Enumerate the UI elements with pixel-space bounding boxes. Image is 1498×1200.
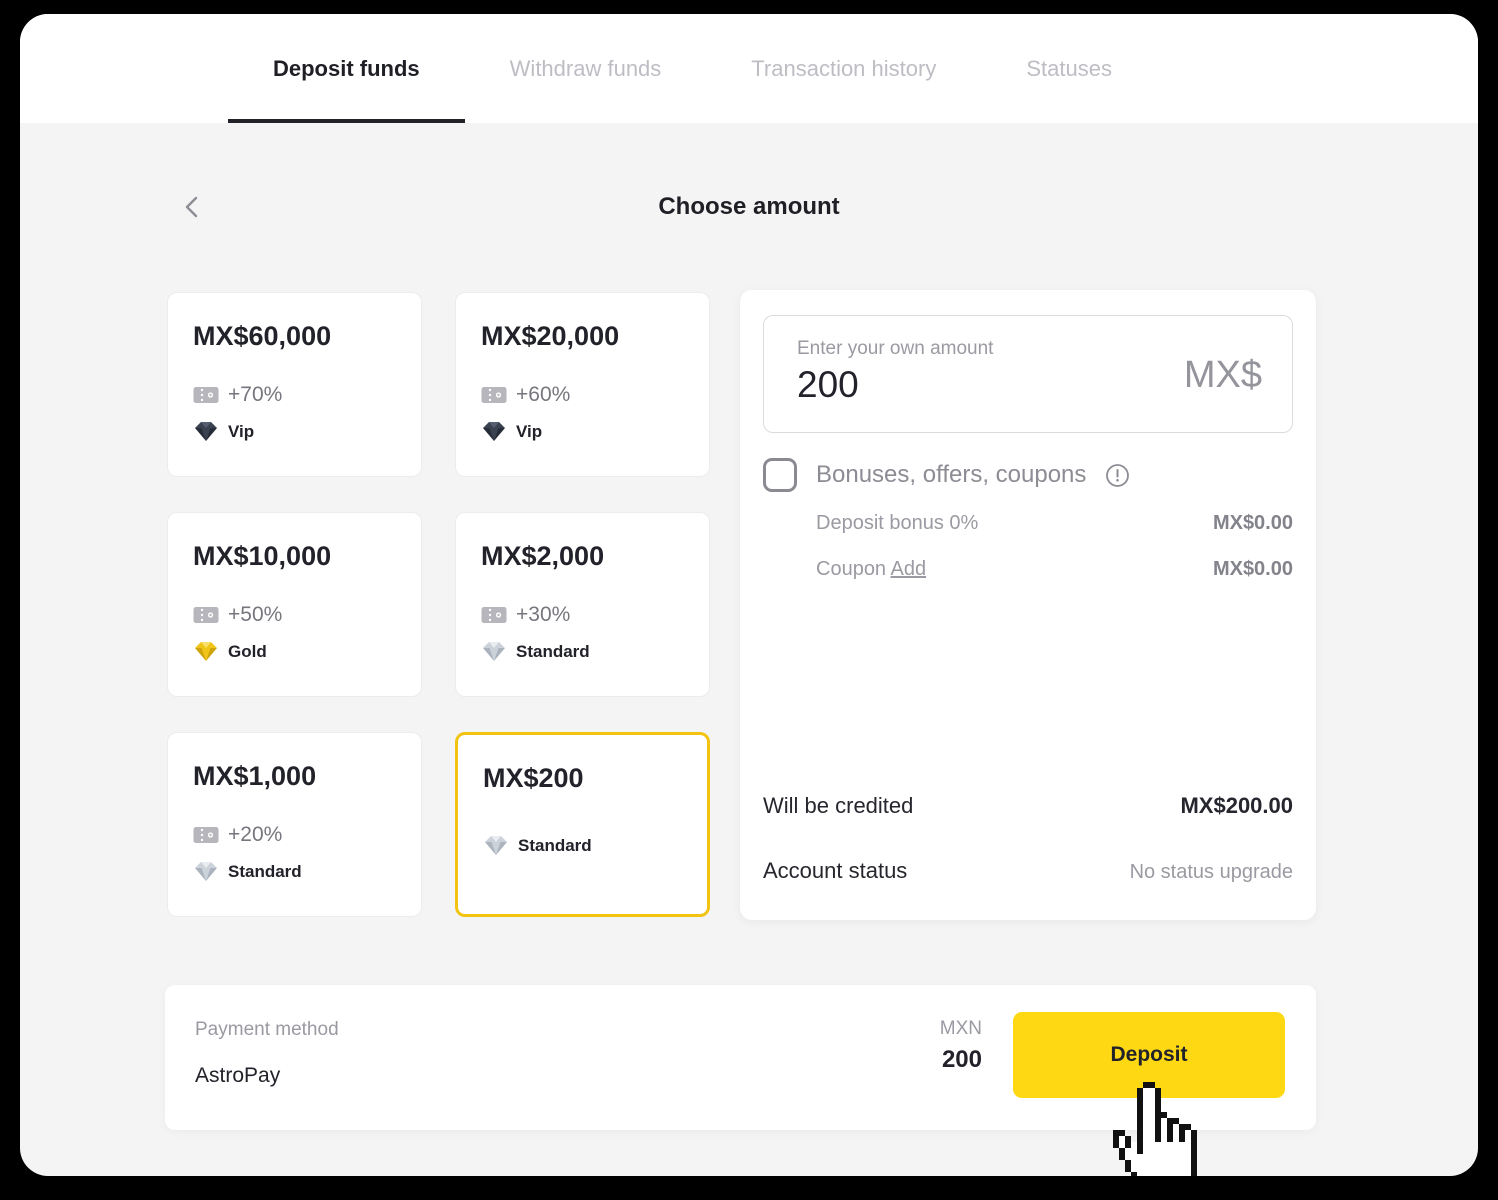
- bonus-ticket-icon: [481, 385, 507, 405]
- card-status-row: Vip: [193, 421, 254, 442]
- bonuses-checkbox[interactable]: [763, 458, 797, 492]
- amount-panel: Enter your own amount 200 MX$ Bonuses, o…: [740, 290, 1316, 920]
- card-amount: MX$200: [483, 763, 584, 794]
- account-status-line: Account status No status upgrade: [763, 858, 1293, 884]
- account-status-label: Account status: [763, 858, 907, 884]
- credited-label: Will be credited: [763, 793, 913, 819]
- card-status: Standard: [518, 836, 592, 856]
- currency-suffix: MX$: [1184, 354, 1262, 397]
- card-status: Vip: [228, 422, 254, 442]
- tab-bar: Deposit fundsWithdraw fundsTransaction h…: [20, 14, 1478, 123]
- card-status-row: Standard: [481, 641, 590, 662]
- coupon-label: Coupon Add: [816, 558, 926, 581]
- card-status-row: Vip: [481, 421, 542, 442]
- card-amount: MX$10,000: [193, 541, 331, 572]
- deposit-bonus-label: Deposit bonus 0%: [816, 512, 978, 535]
- custom-amount-value: 200: [797, 364, 859, 406]
- bonuses-label: Bonuses, offers, coupons: [816, 461, 1086, 489]
- tab-deposit-funds[interactable]: Deposit funds: [228, 14, 465, 123]
- card-amount: MX$1,000: [193, 761, 316, 792]
- credited-line: Will be credited MX$200.00: [763, 793, 1293, 819]
- gold-diamond-icon: [193, 641, 219, 662]
- standard-diamond-icon: [483, 835, 509, 856]
- card-bonus-row: +70%: [193, 383, 282, 407]
- card-status: Standard: [516, 642, 590, 662]
- standard-diamond-icon: [193, 861, 219, 882]
- payment-method-value[interactable]: AstroPay: [195, 1064, 280, 1088]
- amount-card-20000[interactable]: MX$20,000 +60% Vip: [455, 292, 710, 477]
- deposit-bonus-line: Deposit bonus 0% MX$0.00: [816, 512, 1293, 535]
- amount-summary: MXN 200: [765, 1018, 982, 1074]
- card-amount: MX$2,000: [481, 541, 604, 572]
- deposit-bonus-value: MX$0.00: [1213, 512, 1293, 535]
- card-status: Standard: [228, 862, 302, 882]
- card-bonus: +70%: [228, 383, 282, 407]
- card-status: Vip: [516, 422, 542, 442]
- account-status-value: No status upgrade: [1130, 861, 1293, 884]
- card-bonus: +60%: [516, 383, 570, 407]
- card-bonus-row: +50%: [193, 603, 282, 627]
- amount-card-1000[interactable]: MX$1,000 +20% Standard: [167, 732, 422, 917]
- card-status-row: Gold: [193, 641, 267, 662]
- coupon-add-link[interactable]: Add: [891, 558, 927, 580]
- bonus-ticket-icon: [193, 825, 219, 845]
- bonus-ticket-icon: [481, 605, 507, 625]
- bonus-ticket-icon: [193, 605, 219, 625]
- amount-card-2000[interactable]: MX$2,000 +30% Standard: [455, 512, 710, 697]
- bonus-ticket-icon: [193, 385, 219, 405]
- cashier-window: Deposit fundsWithdraw fundsTransaction h…: [20, 14, 1478, 1176]
- amount-number: 200: [765, 1046, 982, 1074]
- info-exclamation-icon[interactable]: [1105, 463, 1130, 488]
- tab-header: Deposit fundsWithdraw fundsTransaction h…: [20, 14, 1478, 123]
- payment-method-label: Payment method: [195, 1019, 339, 1041]
- card-status-row: Standard: [483, 835, 592, 856]
- custom-amount-input[interactable]: Enter your own amount 200 MX$: [763, 315, 1293, 433]
- card-bonus-row: +30%: [481, 603, 570, 627]
- bonuses-row: Bonuses, offers, coupons: [763, 458, 1130, 492]
- tab-withdraw-funds[interactable]: Withdraw funds: [465, 14, 707, 123]
- payment-bar: Payment method AstroPay MXN 200 Deposit: [165, 985, 1316, 1130]
- amount-card-60000[interactable]: MX$60,000 +70% Vip: [167, 292, 422, 477]
- vip-diamond-icon: [481, 421, 507, 442]
- coupon-value: MX$0.00: [1213, 558, 1293, 581]
- coupon-line: Coupon Add MX$0.00: [816, 558, 1293, 581]
- card-amount: MX$60,000: [193, 321, 331, 352]
- card-status: Gold: [228, 642, 267, 662]
- amount-card-200[interactable]: MX$200 Standard: [455, 732, 710, 917]
- card-bonus: +30%: [516, 603, 570, 627]
- tab-statuses[interactable]: Statuses: [981, 14, 1157, 123]
- currency-code: MXN: [765, 1018, 982, 1040]
- standard-diamond-icon: [481, 641, 507, 662]
- vip-diamond-icon: [193, 421, 219, 442]
- card-bonus-row: +60%: [481, 383, 570, 407]
- card-bonus: +50%: [228, 603, 282, 627]
- screen: Deposit fundsWithdraw fundsTransaction h…: [0, 0, 1498, 1200]
- card-amount: MX$20,000: [481, 321, 619, 352]
- amount-card-10000[interactable]: MX$10,000 +50% Gold: [167, 512, 422, 697]
- card-status-row: Standard: [193, 861, 302, 882]
- custom-amount-label: Enter your own amount: [797, 338, 993, 360]
- deposit-button[interactable]: Deposit: [1013, 1012, 1285, 1098]
- credited-value: MX$200.00: [1180, 793, 1293, 819]
- card-bonus-row: +20%: [193, 823, 282, 847]
- card-bonus: +20%: [228, 823, 282, 847]
- tab-transaction-history[interactable]: Transaction history: [706, 14, 981, 123]
- page-title: Choose amount: [20, 193, 1478, 221]
